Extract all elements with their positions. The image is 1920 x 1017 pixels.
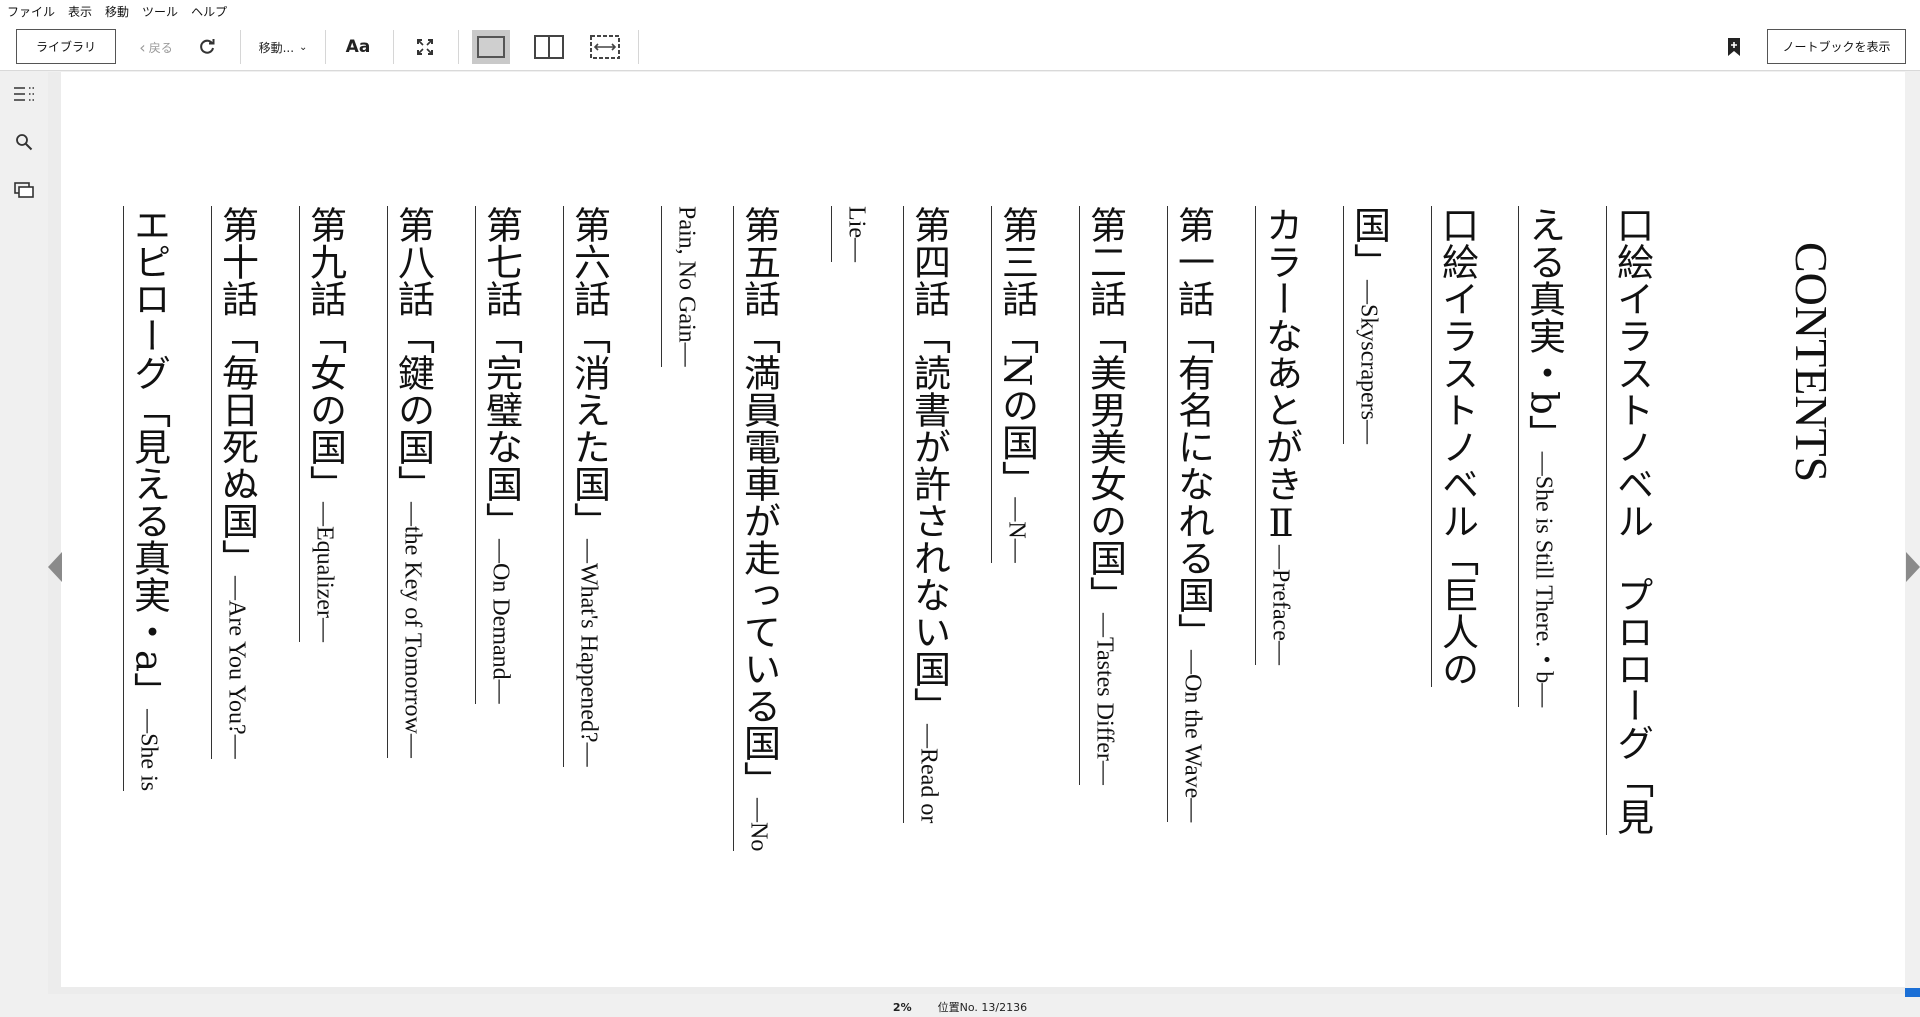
notebook-label: ノートブックを表示 (1782, 40, 1891, 54)
status-bar: 2% 位置No. 13/2136 (0, 997, 1920, 1017)
toc-entry[interactable]: 第十話「毎日死ぬ国」—Are You You?— (211, 206, 259, 759)
refresh-icon (200, 39, 215, 54)
menu-file[interactable]: ファイル (6, 3, 62, 20)
toc-entry[interactable]: 第六話「消えた国」—What's Happened?— (563, 206, 611, 767)
toc-button[interactable] (12, 82, 36, 106)
toc-entry[interactable]: 口絵イラストノベル プロローグ「見 (1606, 206, 1654, 835)
bookmark-button[interactable] (1724, 23, 1744, 71)
two-page-icon (534, 35, 564, 59)
separator (240, 30, 241, 64)
toc-entry[interactable]: える真実・b」—She is Still There.・b— (1518, 206, 1566, 708)
toc-entry[interactable]: 第四話「読書が許されない国」—Read or (903, 206, 951, 824)
bookmark-add-icon (1728, 38, 1740, 56)
book-page: CONTENTS 口絵イラストノベル プロローグ「見 える真実・b」—She i… (61, 72, 1905, 987)
next-page-arrow[interactable] (1906, 552, 1920, 582)
move-dropdown[interactable]: 移動... ⌄ (250, 23, 316, 71)
flashcards-button[interactable] (12, 178, 36, 202)
show-notebook-button[interactable]: ノートブックを表示 (1767, 29, 1906, 64)
reading-percent: 2% (892, 1000, 912, 1014)
menu-tools[interactable]: ツール (141, 3, 185, 20)
font-settings-button[interactable]: Aa (340, 23, 376, 71)
left-sidebar (0, 72, 48, 997)
refresh-button[interactable] (192, 23, 222, 71)
search-button[interactable] (12, 130, 36, 154)
fit-width-view-button[interactable] (586, 23, 624, 71)
library-label: ライブラリ (35, 40, 96, 54)
menu-view[interactable]: 表示 (67, 3, 99, 20)
toolbar: ライブラリ ‹ 戻る 移動... ⌄ Aa ノートブックを表示 (0, 23, 1920, 71)
two-page-view-button[interactable] (530, 23, 568, 71)
fullscreen-button[interactable] (410, 23, 440, 71)
move-label: 移動... (258, 40, 295, 55)
separator (325, 30, 326, 64)
cards-icon (14, 182, 34, 198)
toc-entry[interactable]: エピローグ「見える真実・a」—She is (123, 206, 171, 792)
menu-go[interactable]: 移動 (104, 3, 136, 20)
toc-entry[interactable]: 第八話「鍵の国」—the Key of Tomorrow— (387, 206, 435, 758)
toc-entry[interactable]: Pain, No Gain— (661, 206, 708, 367)
back-label: 戻る (148, 40, 173, 55)
back-button[interactable]: ‹ 戻る (126, 23, 186, 71)
toc-entry[interactable]: 国」—Skyscrapers— (1343, 206, 1391, 444)
fullscreen-icon (417, 39, 433, 55)
toc-entry[interactable]: 第三話「Nの国」—N— (991, 206, 1039, 563)
chevron-left-icon: ‹ (139, 37, 146, 57)
library-button[interactable]: ライブラリ (16, 29, 116, 64)
toc-entry[interactable]: カラーなあとがきⅡ—Preface— (1255, 206, 1303, 665)
toc-entry[interactable]: 第九話「女の国」—Equalizer— (299, 206, 347, 642)
toc-entry[interactable]: Lie— (831, 206, 878, 262)
chevron-down-icon: ⌄ (299, 41, 308, 53)
font-label: Aa (345, 37, 371, 57)
toc-entry[interactable]: 第五話「満員電車が走っている国」—No (733, 206, 781, 852)
separator (638, 30, 639, 64)
toc-entry[interactable]: 口絵イラストノベル「巨人の (1431, 206, 1479, 687)
single-page-icon (472, 30, 510, 64)
toc-entry[interactable]: 第一話「有名になれる国」—On the Wave— (1167, 206, 1215, 823)
table-of-contents-icon (14, 87, 34, 101)
previous-page-arrow[interactable] (48, 552, 62, 582)
menu-bar: ファイル 表示 移動 ツール ヘルプ (0, 0, 1920, 23)
separator (393, 30, 394, 64)
menu-help[interactable]: ヘルプ (190, 3, 234, 20)
search-icon (16, 134, 33, 151)
single-page-view-button[interactable] (472, 23, 510, 71)
location-number: 位置No. 13/2136 (937, 1001, 1028, 1014)
toc-entry[interactable]: 第七話「完璧な国」—On Demand— (475, 206, 523, 704)
separator (458, 30, 459, 64)
fit-width-icon (590, 35, 620, 59)
contents-title: CONTENTS (1785, 242, 1837, 483)
toc-entry[interactable]: 第二話「美男美女の国」—Tastes Differ— (1079, 206, 1127, 785)
